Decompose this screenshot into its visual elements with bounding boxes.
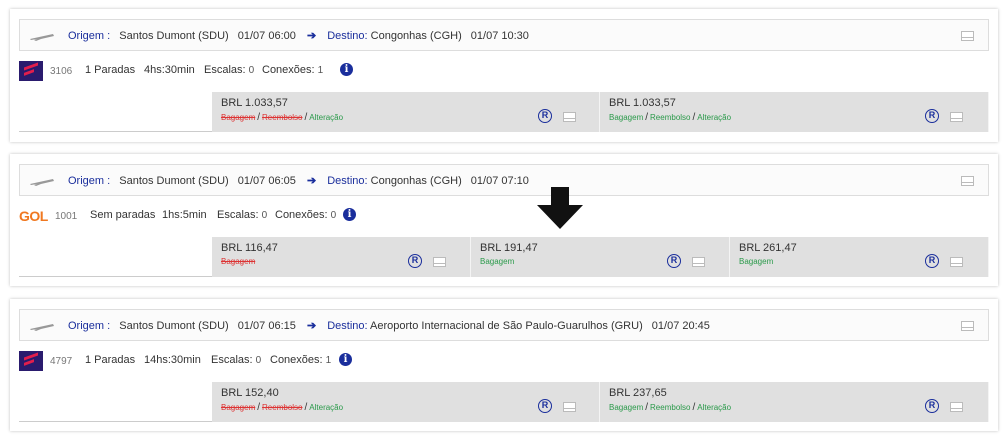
price-option[interactable]: BRL 152,40 Bagagem / Reembolso / Alteração R [212,382,600,422]
airplane-icon [30,34,54,41]
price-amount: BRL 191,47 [480,242,538,254]
reembolso-tag: Reembolso [262,113,303,122]
escalas: Escalas: 0 [211,354,262,366]
down-arrow-icon [537,187,583,229]
envelope-icon[interactable] [950,402,963,412]
envelope-icon[interactable] [950,257,963,267]
registered-r-icon[interactable]: R [925,254,939,268]
reembolso-tag: Reembolso [262,403,303,412]
price-options: BRL 1.033,57 Bagagem / Reembolso / Alteração… [19,92,989,132]
registered-r-icon[interactable]: R [408,254,422,268]
bagagem-tag: Bagagem [609,113,644,122]
price-option[interactable]: BRL 1.033,57 Bagagem / Reembolso / Alteração… [212,92,600,132]
conexoes: Conexões: 0 [275,209,337,221]
bagagem-tag: Bagagem [221,403,256,412]
alteracao-tag: Alteração [309,403,344,412]
route-text: Origem : Santos Dumont (SDU) 01/07 06:15… [68,320,710,332]
registered-r-icon[interactable]: R [925,109,939,123]
arrow-right-icon: ➔ [306,175,317,187]
envelope-icon[interactable] [563,112,576,122]
flight-number: 3106 [50,66,73,77]
bagagem-tag: Bagagem [221,113,256,122]
envelope-icon[interactable] [692,257,705,267]
envelope-icon[interactable] [961,321,974,331]
price-option[interactable]: BRL 237,65 Bagagem / Reembolso / Alteração R [600,382,989,422]
flight-card: Origem : Santos Dumont (SDU) 01/07 06:15… [10,299,998,431]
stops: Sem paradas [90,209,156,221]
bagagem-tag: Bagagem [609,403,644,412]
conexoes: Conexões: 1 [262,64,324,76]
flight-number: 4797 [50,356,73,367]
arrow-right-icon: ➔ [306,30,317,42]
arrow-right-icon: ➔ [306,320,317,332]
bagagem-tag: Bagagem [480,257,515,266]
flight-card: Origem : Santos Dumont (SDU) 01/07 06:05… [10,154,998,286]
route-text: Origem : Santos Dumont (SDU) 01/07 06:00… [68,30,529,42]
price-option[interactable]: BRL 116,47 Bagagem R [212,237,471,277]
flight-number: 1001 [55,211,78,222]
alteracao-tag: Alteração [309,113,344,122]
latam-logo [19,61,43,81]
price-option[interactable]: BRL 191,47 Bagagem R [471,237,730,277]
price-amount: BRL 152,40 [221,387,279,399]
escalas: Escalas: 0 [217,209,268,221]
route-header: Origem : Santos Dumont (SDU) 01/07 06:00… [19,19,989,51]
reembolso-tag: Reembolso [650,403,691,412]
price-amount: BRL 261,47 [739,242,797,254]
duration: 4hs:30min [144,64,195,76]
stops: 1 Paradas [85,354,136,366]
alteracao-tag: Alteração [697,113,732,122]
bagagem-tag: Bagagem [221,257,256,266]
price-amount: BRL 116,47 [221,242,278,254]
price-options: BRL 152,40 Bagagem / Reembolso / Alteração R… [19,382,989,422]
registered-r-icon[interactable]: R [925,399,939,413]
price-amount: BRL 1.033,57 [609,97,676,109]
price-option[interactable]: BRL 261,47 Bagagem R [730,237,989,277]
envelope-icon[interactable] [961,176,974,186]
price-amount: BRL 237,65 [609,387,667,399]
bagagem-tag: Bagagem [739,257,774,266]
registered-r-icon[interactable]: R [538,109,552,123]
envelope-icon[interactable] [961,31,974,41]
latam-logo [19,351,43,371]
price-options: BRL 116,47 Bagagem R BRL 191,47 Bagagem … [19,237,989,277]
escalas: Escalas: 0 [204,64,255,76]
info-icon[interactable]: i [339,353,352,366]
duration: 14hs:30min [144,354,201,366]
route-header: Origem : Santos Dumont (SDU) 01/07 06:15… [19,309,989,341]
route-header: Origem : Santos Dumont (SDU) 01/07 06:05… [19,164,989,196]
price-amount: BRL 1.033,57 [221,97,288,109]
airplane-icon [30,179,54,186]
registered-r-icon[interactable]: R [538,399,552,413]
registered-r-icon[interactable]: R [667,254,681,268]
airplane-icon [30,324,54,331]
gol-logo: GOL [19,208,48,224]
info-icon[interactable]: i [343,208,356,221]
route-text: Origem : Santos Dumont (SDU) 01/07 06:05… [68,175,529,187]
stops: 1 Paradas [85,64,136,76]
envelope-icon[interactable] [433,257,446,267]
envelope-icon[interactable] [950,112,963,122]
info-icon[interactable]: i [340,63,353,76]
price-option[interactable]: BRL 1.033,57 Bagagem / Reembolso / Alteração… [600,92,989,132]
duration: 1hs:5min [162,209,207,221]
reembolso-tag: Reembolso [650,113,691,122]
alteracao-tag: Alteração [697,403,732,412]
envelope-icon[interactable] [563,402,576,412]
flight-card: Origem : Santos Dumont (SDU) 01/07 06:00… [10,9,998,142]
conexoes: Conexões: 1 [270,354,332,366]
